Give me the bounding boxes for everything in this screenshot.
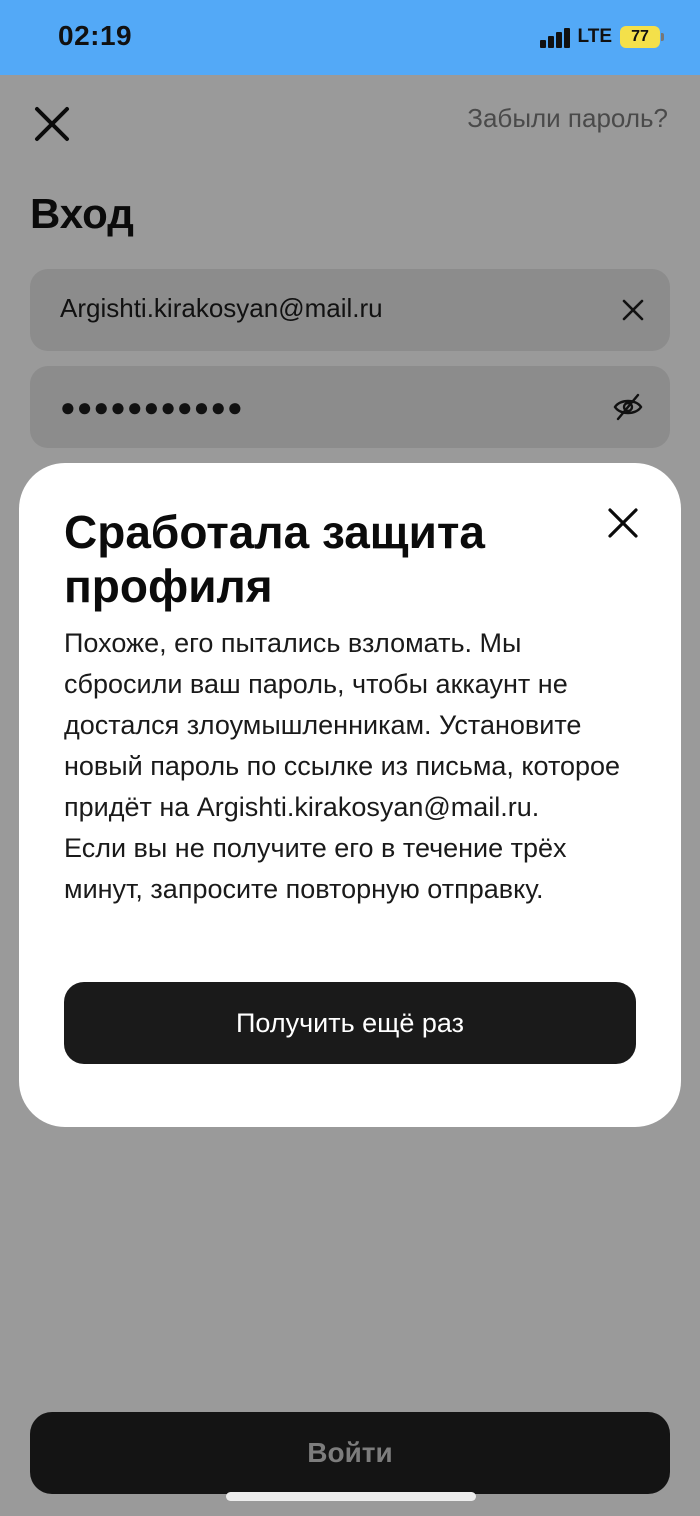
modal-message-paragraph: Похоже, его пытались взломать. Мы сброси… [64,628,621,822]
login-button[interactable]: Войти [30,1412,670,1494]
password-field[interactable]: ●●●●●●●●●●● [30,366,670,448]
page-title: Вход [30,190,134,237]
battery-charging-icon: 77 [620,26,664,48]
email-value: Argishti.kirakosyan@mail.ru [60,293,383,323]
email-field[interactable]: Argishti.kirakosyan@mail.ru [30,269,670,351]
signal-bars-icon [539,26,570,48]
clear-icon[interactable] [620,297,646,323]
status-indicators: LTE 77 [539,26,664,48]
network-label: LTE [577,26,612,47]
profile-protection-modal: Сработала защита профиля Похоже, его пыт… [19,463,681,1127]
battery-level: 77 [631,28,649,45]
status-time: 02:19 [58,20,133,51]
home-indicator [226,1492,476,1501]
resend-button[interactable]: Получить ещё раз [64,982,636,1064]
close-icon[interactable] [607,507,639,539]
password-value: ●●●●●●●●●●● [60,392,244,422]
modal-message: Похоже, его пытались взломать. Мы сброси… [64,623,644,910]
modal-message-paragraph: Если вы не получите его в течение трёх м… [64,833,567,904]
eye-off-icon[interactable] [612,392,644,422]
modal-title: Сработала защита профиля [64,506,486,612]
close-icon[interactable] [34,106,70,142]
status-bar: 02:19 LTE 77 [0,0,700,75]
forgot-password-link[interactable]: Забыли пароль? [467,103,668,134]
